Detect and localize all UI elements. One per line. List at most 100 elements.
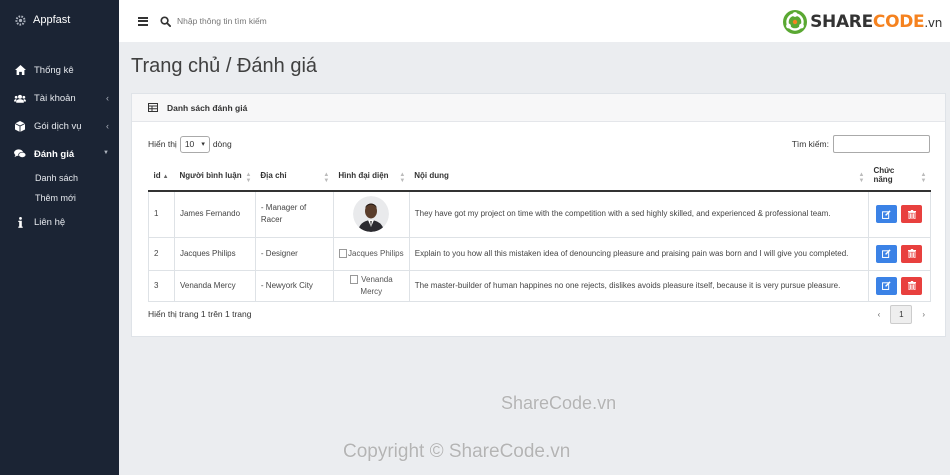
cell-content: The master-builder of human happines no … bbox=[408, 269, 869, 302]
cell-id: 3 bbox=[148, 269, 175, 302]
edit-icon bbox=[882, 281, 892, 290]
logo-text: SHARECODE.vn bbox=[810, 12, 942, 32]
cell-content: They have got my project on time with th… bbox=[408, 190, 869, 238]
column-header-actions[interactable]: Chức năng ▲ ▼ bbox=[868, 160, 931, 192]
reviews-table: id ▲ Người bình luận ▲ ▼ Địa chỉ ▲ ▼ Hình đại… bbox=[148, 160, 932, 302]
column-header-avatar[interactable]: Hình đại diện ▲ ▼ bbox=[333, 160, 410, 192]
sidebar-item-dashboard[interactable]: Thống kê bbox=[0, 56, 119, 84]
column-header-address[interactable]: Địa chỉ ▲ ▼ bbox=[255, 160, 334, 192]
delete-button[interactable] bbox=[901, 276, 923, 295]
cell-address: - Newyork City bbox=[254, 269, 334, 302]
broken-avatar-image: Venanda Mercy bbox=[339, 274, 404, 298]
sort-icon: ▲ ▼ bbox=[858, 172, 865, 184]
sidebar-item-contact[interactable]: Liên hệ bbox=[0, 208, 119, 236]
menu-toggle-icon[interactable] bbox=[138, 16, 148, 26]
cell-name: Venanda Mercy bbox=[173, 269, 256, 302]
chevron-left-icon: ‹ bbox=[106, 93, 109, 103]
card-title: Danh sách đánh giá bbox=[167, 102, 248, 113]
sidebar-item-label: Gói dịch vụ bbox=[34, 120, 82, 132]
avatar bbox=[353, 196, 390, 233]
column-header-content[interactable]: Nội dung ▲ ▼ bbox=[409, 160, 869, 192]
page-length-select[interactable]: 10 ▾ bbox=[179, 135, 210, 153]
table-search-input[interactable] bbox=[833, 135, 930, 153]
info-icon bbox=[14, 216, 26, 228]
search-icon bbox=[160, 15, 171, 27]
table-row: 2 Jacques Philips - Designer Jacques Phi… bbox=[148, 236, 932, 271]
table-row: 1 James Fernando - Manager of Racer They… bbox=[148, 190, 932, 238]
sort-icon: ▲ ▼ bbox=[399, 172, 406, 184]
watermark: ShareCode.vn bbox=[501, 393, 617, 413]
sidebar-item-accounts[interactable]: Tài khoản ‹ bbox=[0, 84, 119, 112]
cell-content: Explain to you how all this mistaken ide… bbox=[408, 236, 869, 271]
box-icon bbox=[14, 120, 26, 132]
table-icon bbox=[148, 103, 158, 112]
page-button-1[interactable]: 1 bbox=[890, 305, 913, 324]
sidebar-item-reviews[interactable]: Đánh giá ▼ bbox=[0, 140, 119, 168]
watermark-copyright: Copyright © ShareCode.vn bbox=[343, 441, 571, 462]
prev-page-button[interactable]: ‹ bbox=[878, 310, 881, 319]
table-header-row: id ▲ Người bình luận ▲ ▼ Địa chỉ ▲ ▼ Hình đại… bbox=[148, 160, 931, 192]
app-name: Appfast bbox=[33, 14, 71, 26]
sidebar-item-label: Đánh giá bbox=[34, 148, 75, 160]
cell-actions bbox=[867, 236, 932, 271]
show-prefix: Hiển thị bbox=[148, 139, 177, 149]
cell-avatar bbox=[332, 190, 410, 238]
table-info: Hiển thị trang 1 trên 1 trang bbox=[148, 309, 252, 319]
table-controls: Hiển thị 10 ▾ dòng Tìm kiếm: bbox=[148, 135, 930, 153]
sidebar-subitem-label: Thêm mới bbox=[35, 193, 76, 203]
trash-icon bbox=[907, 249, 916, 258]
reviews-card: Danh sách đánh giá Hiển thị 10 ▾ dòng Tìm… bbox=[131, 93, 946, 337]
sort-icon: ▲ ▼ bbox=[920, 172, 927, 184]
sidebar-subitem-list[interactable]: Danh sách bbox=[0, 168, 119, 188]
delete-button[interactable] bbox=[901, 244, 923, 263]
edit-button[interactable] bbox=[876, 276, 898, 295]
brand[interactable]: Appfast bbox=[0, 0, 119, 40]
pagination: ‹ 1 › bbox=[878, 305, 925, 324]
sidebar-item-label: Liên hệ bbox=[34, 216, 66, 228]
cell-actions bbox=[867, 190, 932, 238]
gear-icon bbox=[15, 14, 26, 26]
filter-label: Tìm kiếm: bbox=[791, 139, 829, 149]
page-length-control: Hiển thị 10 ▾ dòng bbox=[148, 135, 232, 153]
broken-image-icon bbox=[339, 248, 347, 258]
topbar: SHARECODE.vn bbox=[119, 0, 950, 42]
sidebar-item-packages[interactable]: Gói dịch vụ ‹ bbox=[0, 112, 119, 140]
cell-actions bbox=[867, 269, 932, 302]
sidebar-item-label: Thống kê bbox=[34, 64, 74, 76]
home-icon bbox=[14, 64, 26, 76]
next-page-button[interactable]: › bbox=[922, 310, 925, 319]
cell-id: 1 bbox=[148, 190, 175, 238]
edit-button[interactable] bbox=[876, 205, 898, 224]
sort-icon: ▲ ▼ bbox=[245, 172, 252, 184]
table-row: 3 Venanda Mercy - Newyork City Venanda M… bbox=[148, 269, 932, 302]
delete-button[interactable] bbox=[901, 205, 923, 224]
cell-name: James Fernando bbox=[173, 190, 256, 238]
sidebar: Appfast Thống kê Tài khoản ‹ Gói dịch vụ… bbox=[0, 0, 119, 475]
sidebar-subitem-label: Danh sách bbox=[35, 173, 79, 183]
cell-name: Jacques Philips bbox=[173, 236, 256, 271]
chevron-left-icon: ‹ bbox=[106, 121, 109, 131]
sharecode-logo: SHARECODE.vn bbox=[782, 9, 942, 35]
edit-button[interactable] bbox=[876, 244, 898, 263]
trash-icon bbox=[907, 281, 916, 290]
page-title: Trang chủ / Đánh giá bbox=[131, 55, 318, 77]
card-header: Danh sách đánh giá bbox=[132, 94, 945, 122]
sidebar-subitem-add[interactable]: Thêm mới bbox=[0, 188, 119, 208]
cell-avatar: Venanda Mercy bbox=[332, 269, 410, 302]
column-header-name[interactable]: Người bình luận ▲ ▼ bbox=[174, 160, 256, 192]
sharecode-logo-icon bbox=[783, 10, 808, 34]
chevron-down-icon: ▼ bbox=[103, 150, 109, 156]
comments-icon bbox=[14, 148, 26, 160]
edit-icon bbox=[882, 249, 892, 258]
sort-icon: ▲ ▼ bbox=[323, 172, 330, 184]
chevron-down-icon: ▾ bbox=[201, 140, 205, 148]
sidebar-item-label: Tài khoản bbox=[34, 92, 76, 104]
global-search-input[interactable] bbox=[177, 16, 477, 26]
show-suffix: dòng bbox=[212, 139, 232, 149]
cell-address: - Designer bbox=[254, 236, 334, 271]
column-header-id[interactable]: id ▲ bbox=[148, 160, 175, 192]
cell-avatar: Jacques Philips bbox=[332, 236, 410, 271]
broken-avatar-image: Jacques Philips bbox=[339, 248, 404, 260]
cell-address: - Manager of Racer bbox=[254, 190, 334, 238]
edit-icon bbox=[882, 210, 892, 219]
